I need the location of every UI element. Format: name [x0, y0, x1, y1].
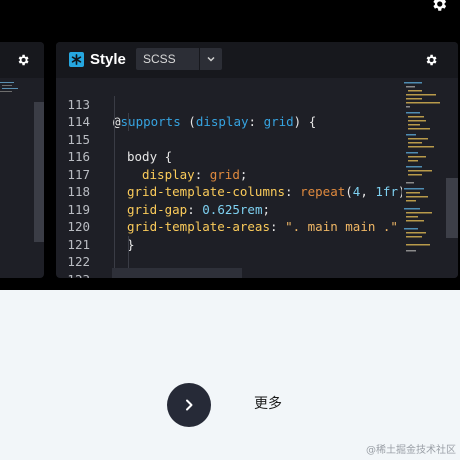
panel-title: Style — [90, 51, 126, 68]
code-line: 118 grid-template-areas: ". main main ."… — [56, 165, 402, 234]
code-line: 116 grid-template-columns: repeat(4, 1fr… — [56, 130, 402, 199]
style-panel-header: Style SCSS — [56, 42, 458, 78]
code-line: 121 #container { — [56, 218, 402, 278]
code-line: 120 — [56, 200, 402, 234]
language-select[interactable]: SCSS — [136, 48, 222, 70]
language-select-value: SCSS — [143, 52, 176, 66]
code-line: 115 display: grid; — [56, 113, 402, 182]
code-line: 114 body { — [56, 95, 402, 164]
current-line-highlight — [112, 268, 242, 278]
gear-icon[interactable] — [430, 0, 448, 13]
left-minimap — [0, 82, 18, 92]
code-editor-area: Style SCSS 113 @supports (display: grid)… — [0, 0, 460, 290]
left-panel — [0, 42, 44, 278]
chevron-right-icon — [186, 399, 193, 411]
watermark: @稀土掘金技术社区 — [366, 445, 456, 456]
vertical-scrollbar[interactable] — [446, 78, 458, 278]
code-line: 113 @supports (display: grid) { — [56, 78, 402, 130]
minimap[interactable] — [404, 78, 444, 278]
gear-icon[interactable] — [16, 53, 30, 67]
code-line: 117 grid-gap: 0.625rem; — [56, 148, 402, 217]
scrollbar-thumb[interactable] — [446, 178, 458, 238]
asterisk-icon — [69, 52, 84, 67]
code-line: 119 } — [56, 183, 402, 252]
gear-icon[interactable] — [424, 53, 438, 67]
code-editor[interactable]: 113 @supports (display: grid) { 114 body… — [56, 78, 402, 278]
style-panel: Style SCSS 113 @supports (display: grid)… — [56, 42, 458, 278]
more-button[interactable] — [167, 383, 211, 427]
code-line: 122 grid-area: main; — [56, 235, 402, 269]
more-label[interactable]: 更多 — [254, 395, 282, 413]
chevron-down-icon[interactable] — [200, 54, 222, 64]
left-scrollbar[interactable] — [34, 102, 44, 242]
line-number: 123 — [56, 271, 90, 279]
left-panel-header — [0, 42, 44, 78]
